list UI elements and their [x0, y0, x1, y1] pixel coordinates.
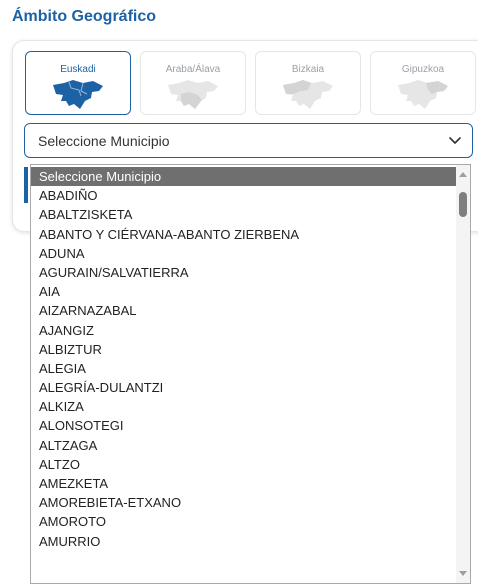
euskadi-map-icon — [53, 80, 103, 109]
araba-map-icon — [168, 80, 218, 109]
territory-tabs: Euskadi Araba/Álava Bizkaia Gipuzkoa — [25, 51, 478, 117]
municipality-dropdown-list[interactable]: Seleccione Municipio ABADIÑO ABALTZISKETA A… — [30, 164, 471, 584]
scroll-thumb[interactable] — [459, 192, 467, 217]
tab-gipuzkoa-label: Gipuzkoa — [401, 64, 445, 75]
tab-euskadi-label: Euskadi — [60, 64, 96, 75]
list-item[interactable]: ALEGIA — [31, 359, 458, 378]
page-title: Ámbito Geográfico — [12, 8, 157, 25]
list-item[interactable]: ALTZO — [31, 455, 458, 474]
municipality-select-value: Seleccione Municipio — [38, 133, 170, 149]
list-item[interactable]: AMEZKETA — [31, 474, 458, 493]
gipuzkoa-map-icon — [398, 80, 448, 109]
list-item[interactable]: ABANTO Y CIÉRVANA-ABANTO ZIERBENA — [31, 225, 458, 244]
list-item[interactable]: ALBIZTUR — [31, 340, 458, 359]
list-item[interactable]: ALONSOTEGI — [31, 416, 458, 435]
list-item[interactable]: AGURAIN/SALVATIERRA — [31, 263, 458, 282]
list-item[interactable]: AMOROTO — [31, 512, 458, 531]
tab-bizkaia-label: Bizkaia — [291, 64, 325, 75]
list-item[interactable]: ALEGRÍA-DULANTZI — [31, 378, 458, 397]
list-item[interactable]: AMURRIO — [31, 532, 458, 551]
scroll-up-arrow-icon[interactable] — [459, 172, 467, 177]
tab-araba-alava-label: Araba/Álava — [165, 64, 221, 75]
list-item[interactable]: ABADIÑO — [31, 186, 458, 205]
button-edge — [24, 167, 28, 203]
municipality-select[interactable]: Seleccione Municipio — [24, 123, 473, 158]
list-item[interactable]: Seleccione Municipio — [31, 167, 458, 187]
bizkaia-map-icon — [283, 80, 333, 109]
list-item[interactable]: AMOREBIETA-ETXANO — [31, 493, 458, 512]
list-item[interactable]: AJANGIZ — [31, 321, 458, 340]
list-item[interactable]: ABALTZISKETA — [31, 205, 458, 224]
list-item[interactable]: AIZARNAZABAL — [31, 301, 458, 320]
chevron-down-icon — [449, 137, 461, 144]
list-item[interactable]: ALTZAGA — [31, 436, 458, 455]
tab-euskadi[interactable]: Euskadi — [25, 51, 131, 115]
tab-gipuzkoa[interactable]: Gipuzkoa — [370, 51, 476, 115]
tab-araba-alava[interactable]: Araba/Álava — [140, 51, 246, 115]
scroll-down-arrow-icon[interactable] — [459, 571, 467, 576]
list-item[interactable]: ALKIZA — [31, 397, 458, 416]
list-item[interactable]: AIA — [31, 282, 458, 301]
municipality-options: Seleccione Municipio ABADIÑO ABALTZISKETA A… — [31, 167, 458, 551]
tab-bizkaia[interactable]: Bizkaia — [255, 51, 361, 115]
list-item[interactable]: ADUNA — [31, 244, 458, 263]
dropdown-scrollbar[interactable] — [456, 165, 470, 583]
